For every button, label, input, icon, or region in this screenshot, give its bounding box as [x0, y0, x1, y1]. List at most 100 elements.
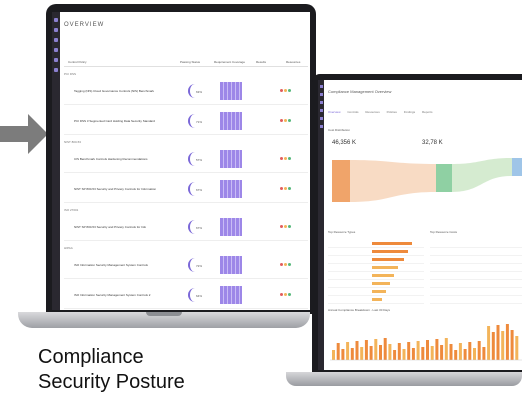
row-pct: 67% — [196, 226, 203, 230]
chart-bar — [336, 343, 340, 360]
chart-bar — [440, 345, 444, 360]
chart-title: Annual Compliance Breakdown - Last 30 Da… — [328, 308, 391, 312]
left-sidebar — [52, 12, 60, 310]
chart-bar — [449, 344, 453, 360]
chart-bar — [510, 330, 514, 360]
left-laptop-screen: OVERVIEW Control Policy Passing Status R… — [52, 12, 310, 310]
chart-bar — [458, 343, 462, 360]
coverage-blocks — [220, 150, 242, 168]
dashboard-icon[interactable] — [54, 28, 58, 32]
settings-icon[interactable] — [54, 68, 58, 72]
caption-line-2: Security Posture — [38, 371, 185, 393]
coverage-blocks — [220, 112, 242, 130]
flow-target-node-2 — [512, 158, 522, 176]
table-row[interactable]: NIST SP 800-53 Security and Privacy Cont… — [64, 176, 308, 203]
status-dots — [280, 187, 292, 191]
tab-resources[interactable]: Resources — [365, 110, 379, 114]
chart-bar — [468, 342, 472, 360]
row-pct: 67% — [196, 188, 203, 192]
chart-bar — [430, 346, 434, 360]
left-page-title: OVERVIEW — [64, 22, 105, 28]
shield-icon[interactable] — [54, 38, 58, 42]
table-row — [328, 272, 424, 280]
status-dots — [280, 293, 292, 297]
row-pct: 57% — [196, 158, 203, 162]
row-name: NIST SP 800-53 Security and Privacy Cont… — [74, 187, 157, 191]
chart-icon[interactable] — [54, 58, 58, 62]
table-row — [430, 288, 522, 296]
table-row — [328, 280, 424, 288]
table-row — [430, 240, 522, 248]
home-icon[interactable] — [319, 85, 323, 88]
resource-types-table — [328, 240, 424, 304]
coverage-blocks — [220, 180, 242, 198]
chart-bar — [426, 340, 429, 360]
tab-overview[interactable]: Overview — [328, 110, 341, 114]
chart-bar — [346, 342, 350, 360]
table-row[interactable]: ISO Information Security Management Syst… — [64, 282, 308, 309]
tab-controls[interactable]: Controls — [347, 110, 358, 114]
col-results: Results — [256, 60, 267, 64]
group-label: NIST 800-53 — [64, 140, 81, 144]
row-pct: 63% — [196, 90, 203, 94]
status-dots — [280, 119, 292, 123]
chart-bar — [411, 348, 415, 360]
right-sidebar — [318, 80, 324, 370]
table-row[interactable]: ISO Information Security Management Syst… — [64, 252, 308, 279]
table-row — [328, 296, 424, 304]
chart-bar — [454, 350, 458, 360]
right-page-title: Compliance Management Overview — [328, 89, 392, 94]
table-row — [430, 264, 522, 272]
chart-bar — [416, 341, 420, 360]
group-label: ISO 27001 — [64, 208, 79, 212]
chart-bar — [477, 341, 481, 360]
shield-icon[interactable] — [319, 101, 323, 104]
table-row — [328, 264, 424, 272]
filter-bar[interactable] — [64, 38, 304, 48]
kpi-value-2: 32,78 K — [422, 140, 443, 146]
coverage-blocks — [220, 82, 242, 100]
chart-bar — [444, 338, 448, 360]
chart-bar — [383, 338, 387, 360]
settings-icon[interactable] — [319, 125, 323, 128]
table-row[interactable]: CIS Benchmark Controls Hardening Recomme… — [64, 146, 308, 173]
chart-bar — [505, 324, 509, 360]
chart-bar — [496, 325, 500, 360]
flow-target-node-1 — [436, 164, 452, 192]
group-label: HIPAA — [64, 246, 73, 250]
row-name: PCI DSS 3 Segmented Card Holding Data Se… — [74, 119, 155, 123]
row-name: CIS Benchmark Controls Hardening Recomme… — [74, 157, 148, 161]
chart-bar — [402, 349, 406, 360]
tab-findings[interactable]: Findings — [404, 110, 415, 114]
table-row[interactable]: NIST SP 800-53 Security and Privacy Cont… — [64, 214, 308, 241]
home-icon[interactable] — [54, 18, 58, 22]
table-row — [430, 256, 522, 264]
chart-icon[interactable] — [319, 117, 323, 120]
chart-bar — [364, 340, 368, 360]
chart-bar — [487, 326, 491, 360]
row-pct: 72% — [196, 264, 203, 268]
chart-bar — [355, 341, 359, 360]
tab-policies[interactable]: Policies — [387, 110, 397, 114]
table-row — [430, 248, 522, 256]
chart-bar — [435, 339, 439, 360]
chart-bar — [388, 344, 392, 360]
tab-reports[interactable]: Reports — [422, 110, 433, 114]
left-laptop-base — [18, 312, 310, 328]
col-coverage: Requirement Coverage — [214, 60, 246, 64]
chart-bar — [379, 345, 382, 360]
chart-bar — [491, 332, 495, 360]
list-icon[interactable] — [319, 109, 323, 112]
table-row — [430, 272, 522, 280]
row-name: Tagging (NIS) Cloud Governance Controls … — [74, 89, 155, 93]
table-row[interactable]: PCI DSS 3 Segmented Card Holding Data Se… — [64, 108, 308, 135]
flow-diagram — [332, 158, 522, 202]
coverage-blocks — [220, 286, 242, 304]
flow-source-node — [332, 160, 350, 202]
chart-bar — [341, 349, 345, 360]
list-icon[interactable] — [54, 48, 58, 52]
chart-bar — [501, 331, 505, 360]
right-laptop-base — [286, 372, 522, 386]
table-row[interactable]: Tagging (NIS) Cloud Governance Controls … — [64, 78, 308, 105]
dashboard-icon[interactable] — [319, 93, 323, 96]
